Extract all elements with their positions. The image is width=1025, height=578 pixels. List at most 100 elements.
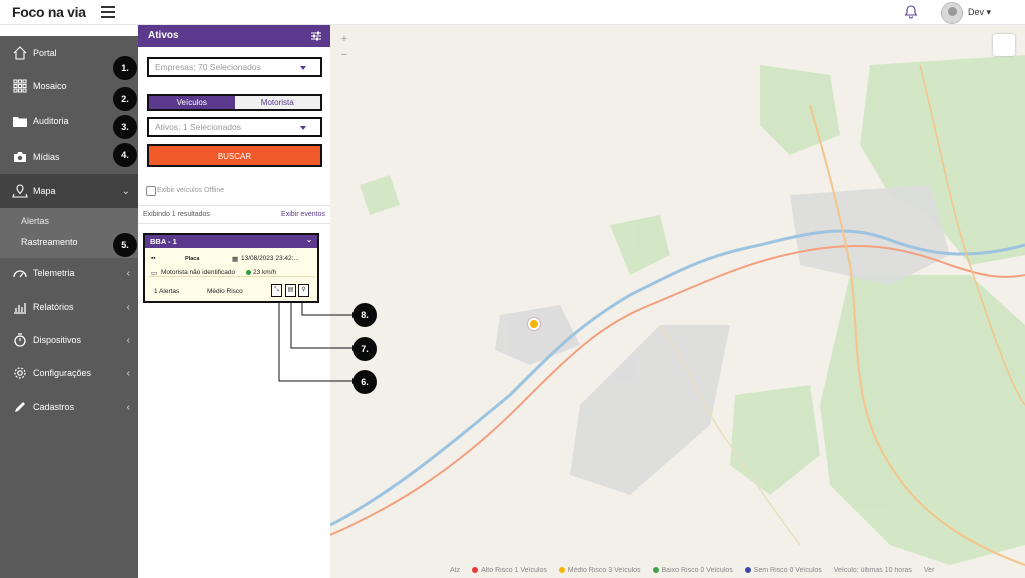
tab-motorista[interactable]: Motorista (234, 96, 320, 109)
sidebar-item-label: Mídias (33, 152, 60, 162)
risk-legend: Atz Alto Risco 1 Veículos Médio Risco 3 … (450, 567, 1025, 578)
results-count: Exibindo 1 resultados (143, 211, 210, 218)
chevron-down-icon: ⌄ (121, 185, 130, 197)
speedometer-icon (12, 265, 28, 281)
pencil-icon (12, 399, 28, 415)
legend-dot (558, 567, 565, 574)
speed: 23 km/h (246, 269, 276, 276)
legend-prefix: Atz (450, 567, 461, 574)
zoom-out-button[interactable]: − (338, 49, 350, 65)
legend-item-medium: Médio Risco 3 Veículos (558, 567, 641, 574)
sidebar-item-label: Cadastros (33, 402, 75, 412)
callout-8: 8. (353, 303, 377, 327)
legend-text: Médio Risco 3 Veículos (567, 567, 641, 574)
empresas-select[interactable]: Empresas: 70 Selecionados (147, 57, 322, 77)
sidebar-item-relatorios[interactable]: Relatórios ‹ (0, 290, 138, 324)
callout-1: 1. (113, 56, 137, 80)
vehicle-card-header[interactable]: BBA - 1 ⌄ (145, 235, 317, 248)
buscar-button[interactable]: BUSCAR (147, 144, 322, 167)
submenu-item-rastreamento[interactable]: Rastreamento (21, 237, 78, 247)
logo[interactable]: Foco na via (12, 4, 86, 20)
offline-checkbox[interactable] (146, 186, 156, 196)
sidebar-item-label: Portal (33, 48, 57, 58)
map-pin-icon (12, 183, 28, 199)
status-dot (246, 269, 251, 275)
map[interactable]: + − (330, 25, 1025, 578)
sidebar-item-mapa[interactable]: Mapa ⌄ (0, 174, 138, 208)
chevron-left-icon: ‹ (126, 401, 130, 413)
menu-icon[interactable] (101, 6, 115, 18)
route-icon[interactable]: ⤡ (271, 284, 282, 297)
submenu-item-alertas[interactable]: Alertas (21, 216, 49, 226)
document-icon[interactable]: ▤ (285, 284, 296, 297)
truck-icon: ▪▪ (151, 255, 156, 262)
legend-text: Sem Risco 0 Veículos (753, 567, 822, 574)
callout-6: 6. (353, 370, 377, 394)
timer-icon (12, 332, 28, 348)
caret-down-icon (300, 126, 306, 130)
risk-level: Médio Risco (207, 288, 243, 295)
sliders-icon[interactable] (310, 30, 322, 42)
speed-value: 23 km/h (253, 269, 277, 276)
legend-note: Veículo: últimas 10 horas (833, 567, 912, 574)
tab-veiculos[interactable]: Veículos (149, 96, 235, 109)
datetime: 13/08/2023 23:42:... (241, 255, 299, 262)
show-events-link[interactable]: Exibir eventos (281, 211, 325, 218)
plate-label: Placa (185, 256, 200, 262)
driver-status: Motorista não identificado (161, 269, 236, 276)
offline-label: Exibir veículos Offline (157, 187, 225, 194)
sidebar-item-cadastros[interactable]: Cadastros ‹ (0, 390, 138, 424)
chevron-left-icon: ‹ (126, 267, 130, 279)
callout-4: 4. (113, 143, 137, 167)
sidebar-item-label: Mosaico (33, 81, 67, 91)
chevron-left-icon: ‹ (126, 334, 130, 346)
location-icon[interactable]: ⚲ (298, 284, 309, 297)
bell-icon[interactable] (904, 5, 918, 19)
callout-7: 7. (353, 337, 377, 361)
sidebar-item-label: Telemetria (33, 268, 75, 278)
tab-toggle: Veículos Motorista (147, 94, 322, 111)
sidebar-item-label: Dispositivos (33, 335, 82, 345)
sidebar-item-telemetria[interactable]: Telemetria ‹ (0, 256, 138, 290)
sidebar-item-configuracoes[interactable]: Configurações ‹ (0, 356, 138, 390)
user-menu[interactable]: Dev ▾ (968, 7, 991, 18)
zoom-in-button[interactable]: + (338, 33, 350, 49)
user-name: Dev (968, 7, 985, 17)
map-tiles (330, 55, 1025, 566)
divider (149, 276, 315, 277)
alerts-count: 1 Alertas (154, 288, 180, 295)
ativos-value: Ativos: 1 Selecionados (155, 122, 241, 132)
sidebar-item-label: Relatórios (33, 302, 74, 312)
camera-icon (12, 149, 28, 165)
legend-suffix: Ver (923, 567, 935, 574)
vehicle-card[interactable]: BBA - 1 ⌄ ▪▪ Placa ▦ 13/08/2023 23:42:..… (143, 233, 319, 303)
callout-5: 5. (113, 233, 137, 257)
zoom-control: + − (338, 33, 350, 79)
layers-icon[interactable] (993, 34, 1015, 56)
assets-panel: Ativos Empresas: 70 Selecionados Veículo… (138, 25, 330, 578)
sidebar-item-label: Auditoria (33, 116, 69, 126)
chevron-left-icon: ‹ (126, 301, 130, 313)
legend-item-none: Sem Risco 0 Veículos (744, 567, 822, 574)
legend-text: Alto Risco 1 Veículos (481, 567, 547, 574)
vehicle-marker[interactable] (528, 318, 540, 330)
legend-dot (472, 567, 479, 574)
gear-icon (12, 365, 28, 381)
sidebar-item-label: Configurações (33, 368, 92, 378)
results-bar: Exibindo 1 resultados Exibir eventos (138, 205, 330, 224)
sidebar-item-dispositivos[interactable]: Dispositivos ‹ (0, 323, 138, 357)
folder-icon (12, 113, 28, 129)
chevron-down-icon[interactable]: ⌄ (306, 236, 312, 244)
avatar[interactable] (941, 2, 963, 24)
empresas-value: Empresas: 70 Selecionados (155, 62, 261, 72)
ativos-select[interactable]: Ativos: 1 Selecionados (147, 117, 322, 137)
vehicle-name: BBA - 1 (150, 237, 177, 246)
legend-item-high: Alto Risco 1 Veículos (472, 567, 547, 574)
grid-icon (12, 78, 28, 94)
bar-chart-icon (12, 299, 28, 315)
chevron-down-icon: ▾ (986, 7, 992, 17)
caret-down-icon (300, 66, 306, 70)
top-bar: Foco na via Dev ▾ (0, 0, 1025, 25)
sidebar-item-label: Mapa (33, 186, 56, 196)
callout-3: 3. (113, 115, 137, 139)
